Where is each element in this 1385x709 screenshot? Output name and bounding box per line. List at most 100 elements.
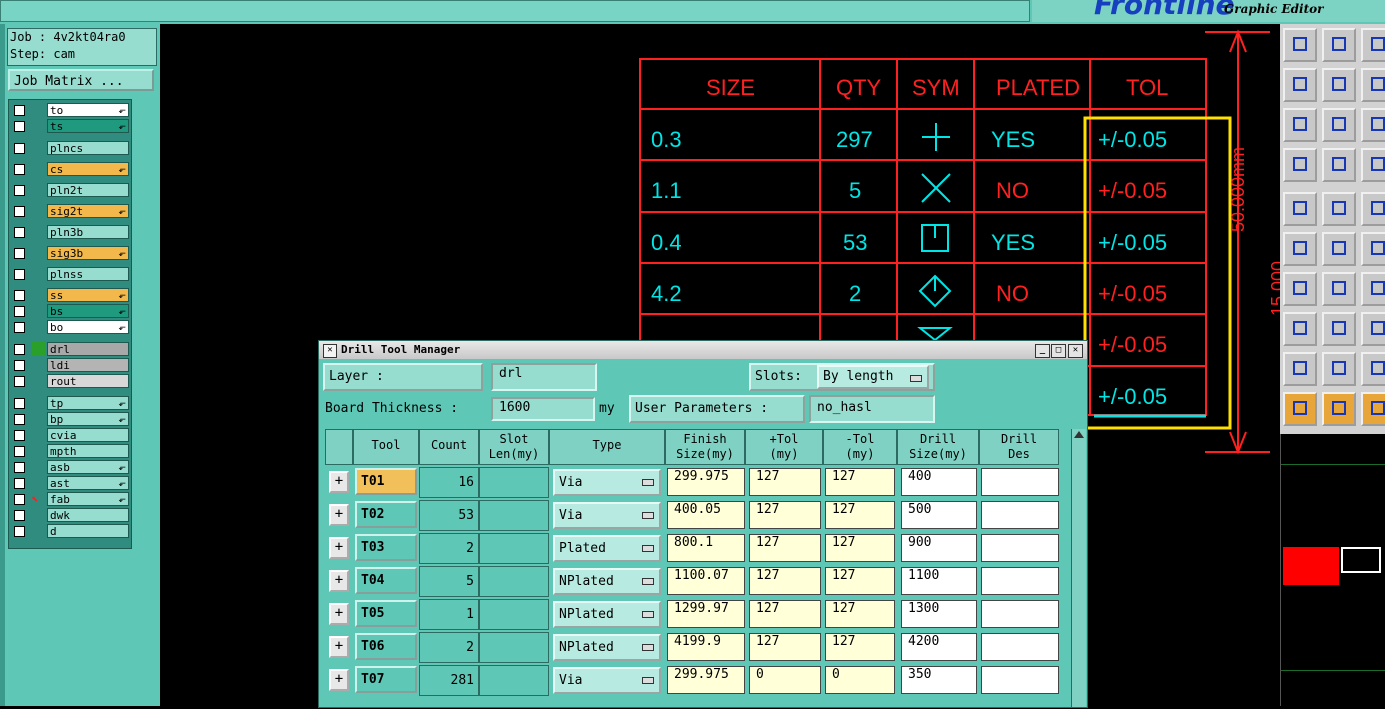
slots-select[interactable]: By length [817, 365, 929, 389]
plus-tol-input[interactable]: 127 [749, 567, 821, 595]
finish-size-input[interactable]: 1100.07 [667, 567, 745, 595]
type-select[interactable]: Via [553, 667, 661, 694]
copy-icon[interactable] [1361, 28, 1385, 62]
drill-des-input[interactable] [981, 534, 1059, 562]
expand-row-button[interactable]: + [329, 471, 349, 493]
move-up-icon[interactable] [1283, 28, 1317, 62]
close-box-icon[interactable]: ✕ [323, 344, 337, 358]
slope-icon[interactable] [1283, 272, 1317, 306]
type-select[interactable]: Plated [553, 535, 661, 562]
drill-size-input[interactable]: 400 [901, 468, 977, 496]
polygon-icon[interactable] [1361, 352, 1385, 386]
measure-icon[interactable] [1283, 148, 1317, 182]
drill-des-input[interactable] [981, 468, 1059, 496]
route-icon[interactable] [1361, 148, 1385, 182]
tool-button[interactable]: T07 [355, 666, 417, 693]
minimize-button[interactable]: _ [1035, 344, 1050, 358]
fit-icon[interactable] [1283, 108, 1317, 142]
mini-map[interactable] [1280, 434, 1385, 706]
connect-icon[interactable] [1283, 232, 1317, 266]
plus-tol-input[interactable]: 127 [749, 600, 821, 628]
type-select[interactable]: NPlated [553, 601, 661, 628]
user-parameters-button[interactable]: User Parameters : [629, 395, 805, 423]
thickness-input[interactable]: 1600 [491, 397, 595, 421]
plus-tol-input[interactable]: 127 [749, 633, 821, 661]
arc-icon[interactable] [1361, 232, 1385, 266]
maximize-button[interactable]: □ [1051, 344, 1066, 358]
center-icon[interactable] [1322, 108, 1356, 142]
extend-icon[interactable] [1361, 272, 1385, 306]
drill-des-input[interactable] [981, 567, 1059, 595]
pad-icon[interactable] [1283, 192, 1317, 226]
dialog-titlebar[interactable]: ✕ Drill Tool Manager _ □ ✕ [319, 341, 1087, 359]
grid-icon[interactable] [1361, 312, 1385, 346]
tool-button[interactable]: T05 [355, 600, 417, 627]
layer-input[interactable]: drl [491, 363, 597, 391]
expand-row-button[interactable]: + [329, 537, 349, 559]
move-down-icon[interactable] [1322, 28, 1356, 62]
pointer-icon[interactable] [1283, 392, 1317, 426]
move-right-icon[interactable] [1322, 68, 1356, 102]
edge-icon[interactable] [1322, 272, 1356, 306]
drill-des-input[interactable] [981, 501, 1059, 529]
user-parameters-input[interactable]: no_hasl [809, 395, 935, 423]
plus-tol-input[interactable]: 0 [749, 666, 821, 694]
tool-button[interactable]: T01 [355, 468, 417, 495]
reset-icon[interactable] [1361, 392, 1385, 426]
drill-des-input[interactable] [981, 600, 1059, 628]
line-icon[interactable] [1322, 192, 1356, 226]
pointer-box-icon[interactable] [1322, 392, 1356, 426]
drill-size-input[interactable]: 1100 [901, 567, 977, 595]
minus-tol-input[interactable]: 127 [825, 633, 895, 661]
mountain-icon[interactable] [1283, 352, 1317, 386]
trim-icon[interactable] [1322, 312, 1356, 346]
minus-tol-input[interactable]: 127 [825, 468, 895, 496]
finish-size-input[interactable]: 299.975 [667, 468, 745, 496]
scroll-up-icon[interactable] [1074, 431, 1084, 438]
expand-row-button[interactable]: + [329, 570, 349, 592]
drill-des-input[interactable] [981, 666, 1059, 694]
finish-size-input[interactable]: 1299.97 [667, 600, 745, 628]
plus-tol-input[interactable]: 127 [749, 468, 821, 496]
view-window[interactable] [1341, 547, 1381, 573]
tool-button[interactable]: T03 [355, 534, 417, 561]
finish-size-input[interactable]: 800.1 [667, 534, 745, 562]
finish-size-input[interactable]: 299.975 [667, 666, 745, 694]
tool-button[interactable]: T04 [355, 567, 417, 594]
tool-button[interactable]: T02 [355, 501, 417, 528]
expand-row-button[interactable]: + [329, 504, 349, 526]
minus-tol-input[interactable]: 0 [825, 666, 895, 694]
expand-row-button[interactable]: + [329, 603, 349, 625]
type-select[interactable]: Via [553, 469, 661, 496]
scale-icon[interactable] [1361, 68, 1385, 102]
close-button[interactable]: ✕ [1068, 344, 1083, 358]
drill-size-input[interactable]: 1300 [901, 600, 977, 628]
drill-size-input[interactable]: 900 [901, 534, 977, 562]
drill-size-input[interactable]: 350 [901, 666, 977, 694]
type-select[interactable]: Via [553, 502, 661, 529]
table-scrollbar[interactable] [1071, 429, 1086, 707]
triangle-icon[interactable] [1322, 352, 1356, 386]
select-rect-icon[interactable] [1283, 312, 1317, 346]
expand-row-button[interactable]: + [329, 636, 349, 658]
plus-tol-input[interactable]: 127 [749, 501, 821, 529]
tool-button[interactable]: T06 [355, 633, 417, 660]
ruler-icon[interactable] [1361, 192, 1385, 226]
expand-row-button[interactable]: + [329, 669, 349, 691]
minus-tol-input[interactable]: 127 [825, 534, 895, 562]
type-select[interactable]: NPlated [553, 634, 661, 661]
rotate-icon[interactable] [1361, 108, 1385, 142]
type-select[interactable]: NPlated [553, 568, 661, 595]
drill-size-input[interactable]: 4200 [901, 633, 977, 661]
move-left-icon[interactable] [1283, 68, 1317, 102]
finish-size-input[interactable]: 4199.9 [667, 633, 745, 661]
plus-tol-input[interactable]: 127 [749, 534, 821, 562]
minus-tol-input[interactable]: 127 [825, 600, 895, 628]
snap-icon[interactable] [1322, 148, 1356, 182]
drill-size-input[interactable]: 500 [901, 501, 977, 529]
finish-size-input[interactable]: 400.05 [667, 501, 745, 529]
cross-icon[interactable] [1322, 232, 1356, 266]
minus-tol-input[interactable]: 127 [825, 501, 895, 529]
drill-des-input[interactable] [981, 633, 1059, 661]
minus-tol-input[interactable]: 127 [825, 567, 895, 595]
